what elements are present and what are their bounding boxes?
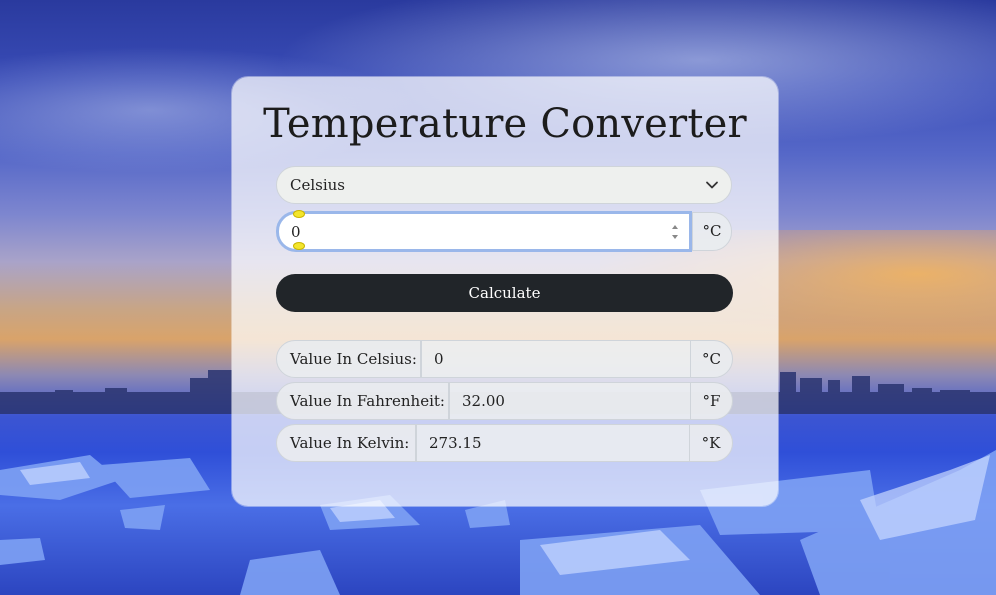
result-unit: °C <box>690 340 733 378</box>
page-title: Temperature Converter <box>263 101 747 147</box>
unit-select[interactable]: Celsius <box>276 166 732 204</box>
result-row-kelvin: Value In Kelvin: 273.15 °K <box>276 424 733 462</box>
result-value: 32.00 <box>449 382 691 420</box>
result-unit: °K <box>689 424 733 462</box>
calculate-button[interactable]: Calculate <box>276 274 733 312</box>
result-label: Value In Kelvin: <box>276 424 416 462</box>
converter-card: Temperature Converter Celsius °C Calcula… <box>232 77 778 506</box>
text-cursor-handle-top <box>293 210 305 218</box>
result-value: 273.15 <box>416 424 690 462</box>
result-row-celsius: Value In Celsius: 0 °C <box>276 340 733 378</box>
unit-select-value: Celsius <box>290 176 346 194</box>
temperature-input[interactable] <box>291 222 651 242</box>
input-unit-label: °C <box>692 212 732 251</box>
result-unit: °F <box>690 382 733 420</box>
text-cursor-handle-bottom <box>293 242 305 250</box>
number-spinner-icon[interactable] <box>669 220 681 244</box>
result-value: 0 <box>421 340 691 378</box>
temperature-input-wrapper <box>276 211 692 252</box>
result-row-fahrenheit: Value In Fahrenheit: 32.00 °F <box>276 382 733 420</box>
result-label: Value In Fahrenheit: <box>276 382 449 420</box>
result-label: Value In Celsius: <box>276 340 421 378</box>
chevron-down-icon <box>706 181 718 189</box>
